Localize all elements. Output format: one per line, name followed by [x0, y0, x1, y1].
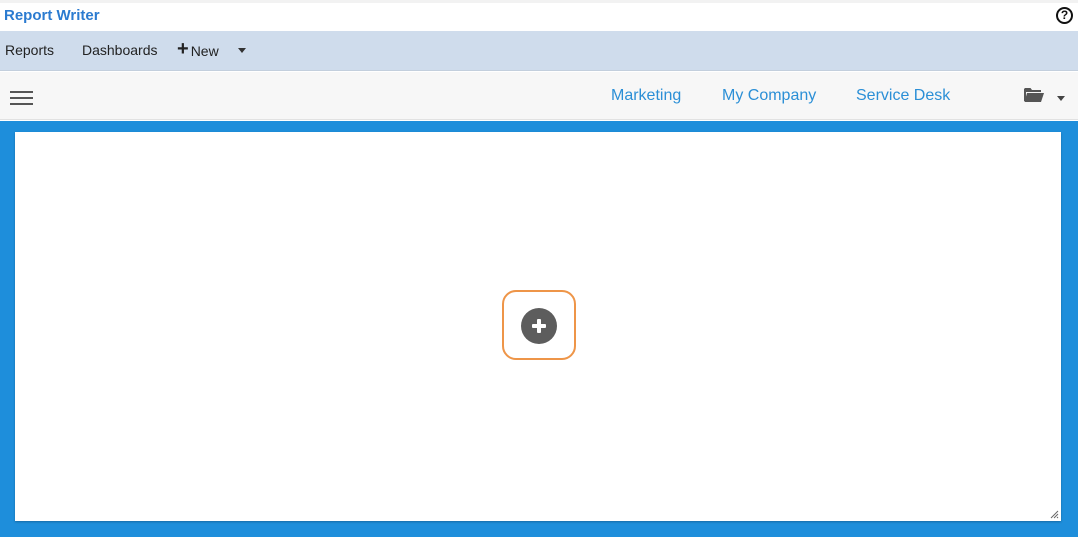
dashboard-tab-bar: Marketing My Company Service Desk: [0, 72, 1078, 120]
folder-open-icon[interactable]: [1023, 86, 1045, 104]
menu-reports[interactable]: Reports: [5, 42, 54, 58]
new-button[interactable]: + New: [177, 39, 219, 59]
app-title: Report Writer: [4, 7, 100, 24]
tab-service-desk[interactable]: Service Desk: [856, 87, 950, 105]
tab-my-company[interactable]: My Company: [722, 87, 816, 105]
help-icon[interactable]: ?: [1056, 7, 1073, 24]
dashboard-canvas: [15, 132, 1061, 521]
plus-circle-icon: [521, 308, 557, 344]
plus-icon: +: [177, 38, 189, 60]
dashboard-workspace: [0, 121, 1078, 537]
tab-marketing[interactable]: Marketing: [611, 87, 681, 105]
new-dropdown-caret-icon[interactable]: [238, 48, 246, 53]
resize-grip-icon[interactable]: [1049, 509, 1059, 519]
menu-bar: Reports Dashboards + New: [0, 31, 1078, 71]
new-label: New: [190, 42, 219, 59]
hamburger-menu-icon[interactable]: [10, 91, 33, 105]
add-widget-button[interactable]: [502, 290, 576, 360]
menu-dashboards[interactable]: Dashboards: [82, 42, 158, 58]
folder-dropdown-caret-icon[interactable]: [1057, 96, 1065, 101]
title-bar: Report Writer ?: [0, 0, 1078, 31]
